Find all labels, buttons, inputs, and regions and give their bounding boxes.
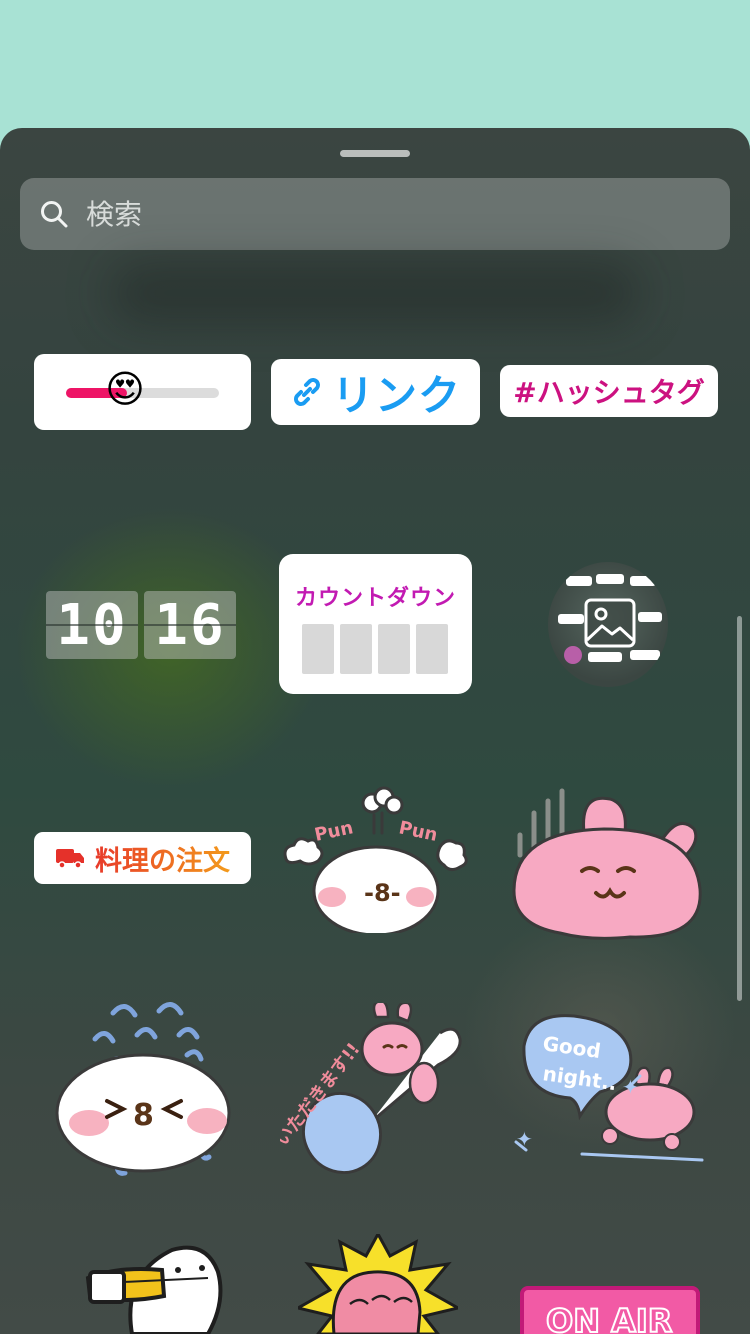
svg-text:-8-: -8- [364, 879, 401, 907]
countdown-sticker[interactable]: カウントダウン [279, 554, 472, 694]
punch-sticker[interactable] [298, 1234, 458, 1334]
pun-left-text: Pun [313, 817, 355, 846]
backdrop-shadow [110, 263, 640, 323]
on-air-text: ON AIR [546, 1302, 672, 1334]
photo-sticker[interactable] [548, 562, 668, 687]
avatar [564, 646, 582, 664]
mini-tag [566, 576, 592, 586]
emoji-slider-sticker[interactable]: 😍 [34, 354, 251, 430]
search-bar[interactable] [20, 178, 730, 250]
hashtag-label: #ハッシュタグ [513, 376, 705, 409]
countdown-placeholder-boxes [302, 624, 448, 674]
clock-sticker[interactable]: 10 16 [46, 591, 239, 659]
mini-tag [558, 614, 584, 624]
pun-right-text: Pun [397, 817, 439, 846]
svg-text:8: 8 [133, 1098, 154, 1133]
truck-icon [56, 849, 84, 869]
link-label: リンク [331, 370, 461, 420]
drag-handle[interactable] [340, 150, 410, 157]
link-sticker[interactable]: リンク [271, 359, 480, 425]
bird-mask-sticker[interactable] [78, 1238, 228, 1334]
slider-emoji: 😍 [105, 367, 145, 411]
photo-icon [584, 598, 636, 648]
mini-tag [588, 652, 622, 662]
food-order-label: 料理の注文 [95, 839, 230, 878]
clock-hours: 10 [46, 591, 138, 659]
hashtag-sticker[interactable]: #ハッシュタグ [500, 365, 718, 417]
svg-text:✦: ✦ [516, 1127, 533, 1151]
clock-minutes: 16 [144, 591, 236, 659]
worried-sticker[interactable]: 8 [55, 993, 235, 1183]
scrollbar[interactable] [737, 616, 742, 1001]
link-icon [294, 378, 320, 406]
svg-text:✦: ✦ [622, 1075, 639, 1099]
mini-tag [630, 650, 660, 660]
mini-tag [596, 574, 624, 584]
search-input[interactable] [84, 196, 668, 232]
mini-tag [630, 576, 656, 586]
food-order-sticker[interactable]: 料理の注文 [34, 832, 251, 884]
on-air-sticker[interactable]: ON AIR [520, 1278, 700, 1334]
sticker-tray-sheet: 😍 リンク #ハッシュタグ 10 16 カウントダウン [0, 128, 750, 1334]
pink-bunny-sticker[interactable] [510, 773, 705, 943]
countdown-label: カウントダウン [294, 586, 456, 611]
pun-pun-sticker[interactable]: Pun Pun -8- [280, 783, 472, 933]
itadakimasu-sticker[interactable]: いただきます!! [280, 1003, 475, 1178]
mini-tag [638, 612, 662, 622]
good-night-sticker[interactable]: Good night.. ✦ ✦ ✦ [512, 1006, 707, 1176]
search-icon [41, 201, 68, 228]
